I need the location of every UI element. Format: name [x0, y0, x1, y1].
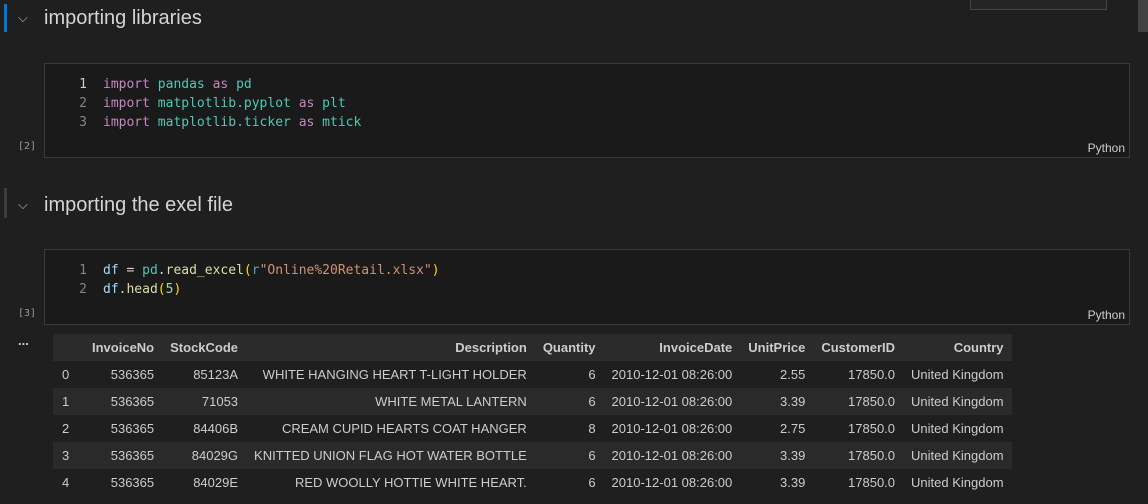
language-label[interactable]: Python	[1088, 141, 1125, 155]
table-row: 2 536365 84406B CREAM CUPID HEARTS COAT HAN…	[53, 415, 1012, 442]
language-label[interactable]: Python	[1088, 308, 1125, 322]
collapse-chevron-icon[interactable]: ⌵	[18, 197, 28, 213]
table-row: 4 536365 84029E RED WOOLLY HOTTIE WHITE HEA…	[53, 469, 1012, 496]
table-row: 3 536365 84029G KNITTED UNION FLAG HOT WATE…	[53, 442, 1012, 469]
table-cell: 2010-12-01 08:26:00	[611, 367, 733, 382]
markdown-heading: importing the exel file	[44, 194, 233, 216]
table-cell: 2010-12-01 08:26:00	[611, 475, 733, 490]
table-cell: 17850.0	[848, 475, 896, 490]
code-cell-2[interactable]: 1 df = pd.read_excel(r"Online%20Retail.xl…	[44, 249, 1130, 325]
table-cell: 84029G	[162, 442, 247, 469]
column-header: StockCode	[162, 334, 247, 361]
table-cell: 2.75	[780, 421, 806, 436]
column-header: InvoiceDate	[603, 334, 741, 361]
execution-count: [2]	[18, 141, 37, 152]
table-cell: 71053	[162, 388, 247, 415]
output-more-button[interactable]: ...	[18, 333, 29, 348]
table-cell: WHITE METAL LANTERN	[246, 388, 535, 415]
column-header: Country	[903, 334, 1012, 361]
table-cell: 2010-12-01 08:26:00	[603, 442, 741, 469]
collapse-chevron-icon[interactable]: ⌵	[18, 10, 28, 26]
table-cell: 2010-12-01 08:26:00	[611, 421, 733, 436]
table-cell: 85123A	[193, 367, 239, 382]
dataframe-output: InvoiceNo StockCode Description Quantity Inv…	[53, 334, 1012, 496]
table-cell: 536365	[84, 388, 163, 415]
table-cell: CREAM CUPID HEARTS COAT HANGER	[281, 421, 527, 436]
column-header	[53, 334, 84, 361]
table-cell: 536365	[110, 421, 155, 436]
table-cell: 4	[62, 475, 70, 490]
table-cell: 17850.0	[813, 388, 904, 415]
table-cell: United Kingdom	[903, 388, 1012, 415]
table-cell: United Kingdom	[911, 475, 1004, 490]
column-header: Quantity	[534, 334, 604, 361]
table-cell: 2010-12-01 08:26:00	[603, 388, 741, 415]
table-cell: 6	[588, 475, 596, 490]
scrollbar-thumb[interactable]	[1138, 0, 1148, 32]
table-cell: KNITTED UNION FLAG HOT WATER BOTTLE	[246, 442, 535, 469]
table-cell: 6	[534, 388, 604, 415]
column-header: UnitPrice	[740, 334, 814, 361]
table-cell: 536365	[110, 475, 155, 490]
table-cell: WHITE HANGING HEART T-LIGHT HOLDER	[262, 367, 527, 382]
table-cell: 0	[62, 367, 70, 382]
table-cell: 2	[62, 421, 70, 436]
table-cell: 536365	[84, 442, 163, 469]
column-header: CustomerID	[813, 334, 904, 361]
table-cell: 84029E	[193, 475, 239, 490]
table-cell: 8	[588, 421, 596, 436]
active-cell-indicator	[4, 4, 7, 32]
table-cell: 3.39	[740, 442, 814, 469]
table-cell: 3.39	[780, 475, 806, 490]
table-cell: 1	[53, 388, 84, 415]
table-cell: 6	[534, 442, 604, 469]
table-cell: 536365	[110, 367, 155, 382]
table-cell: 17850.0	[848, 367, 896, 382]
code-cell-1[interactable]: 1 import pandas as pd 2 import matplotlib.…	[44, 63, 1130, 158]
table-cell: 17850.0	[813, 442, 904, 469]
table-cell: RED WOOLLY HOTTIE WHITE HEART.	[294, 475, 527, 490]
table-cell: United Kingdom	[903, 442, 1012, 469]
markdown-heading: importing libraries	[44, 7, 202, 29]
table-cell: 2.55	[780, 367, 806, 382]
table-cell: 6	[588, 367, 596, 382]
table-cell: 3.39	[740, 388, 814, 415]
table-row: 1 536365 71053 WHITE METAL LANTERN 6 2010-12-…	[53, 388, 1012, 415]
table-row: 0 536365 85123A WHITE HANGING HEART T-LIGHT…	[53, 361, 1012, 388]
column-header: Description	[246, 334, 535, 361]
table-cell: 3	[53, 442, 84, 469]
column-header: InvoiceNo	[84, 334, 163, 361]
table-cell: 17850.0	[848, 421, 896, 436]
cell-toolbar[interactable]	[970, 0, 1107, 10]
cell-indicator	[4, 188, 7, 218]
table-cell: United Kingdom	[911, 421, 1004, 436]
table-cell: United Kingdom	[911, 367, 1004, 382]
table-cell: 84406B	[193, 421, 239, 436]
execution-count: [3]	[18, 308, 37, 319]
